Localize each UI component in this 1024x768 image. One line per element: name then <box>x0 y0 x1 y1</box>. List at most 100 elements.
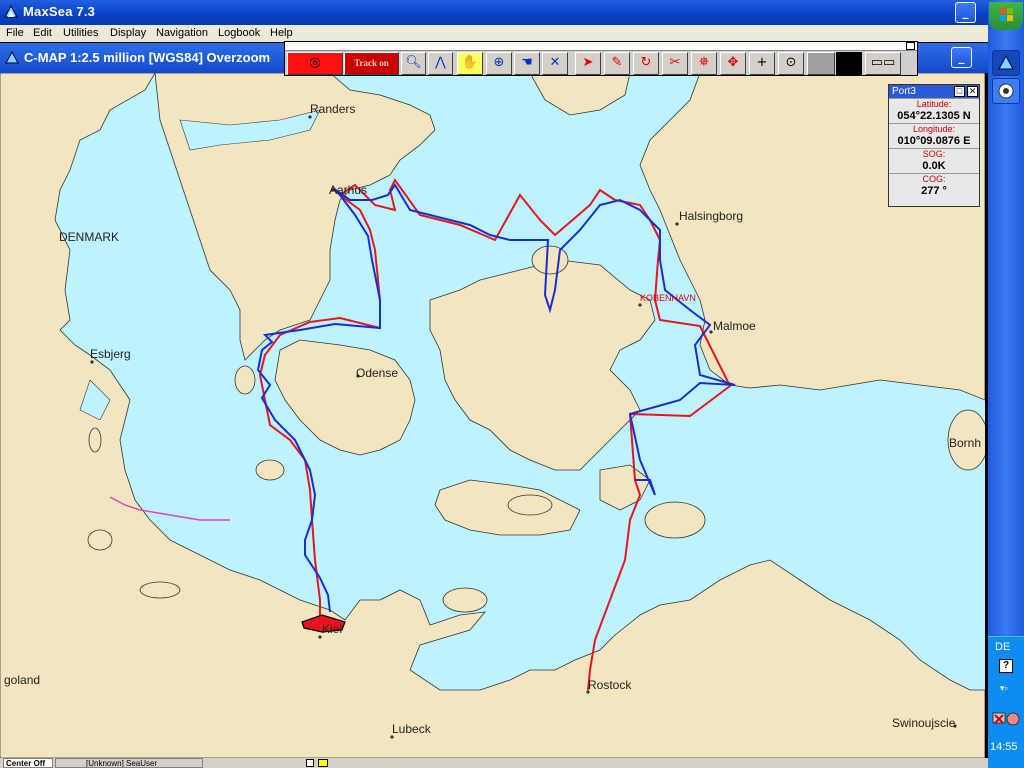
cut-button[interactable]: ✂ <box>662 52 688 75</box>
taskbar: DE ? ▾▫ 14:55 <box>988 0 1024 768</box>
status-bar: Center Off [Unknown] SeaUser <box>0 758 988 768</box>
place-label-lubeck: Lubeck <box>392 722 431 736</box>
add-button[interactable]: + <box>749 52 775 75</box>
maxsea-task-icon <box>998 54 1014 70</box>
route-icon: ✕ <box>549 55 561 70</box>
user-status: [Unknown] SeaUser <box>55 758 203 768</box>
status-indicator-2[interactable] <box>318 759 328 767</box>
menu-edit[interactable]: Edit <box>33 27 52 39</box>
menu-logbook[interactable]: Logbook <box>218 27 260 39</box>
place-label-malmoe: Malmoe <box>713 319 756 333</box>
display-mode-button[interactable]: ▭▭ <box>865 52 901 75</box>
toolbar-color-button[interactable] <box>836 52 862 75</box>
desktop: MaxSea 7.3 _ □ File Edit Utilities Displ… <box>0 0 1024 768</box>
place-label-rostock: Rostock <box>588 678 632 692</box>
route-button[interactable]: ✕ <box>542 52 568 75</box>
compass-divider-icon: ⋀ <box>435 55 446 70</box>
grab-icon: ☚ <box>521 55 533 70</box>
land-funen <box>274 339 416 456</box>
cog-value: 277 ° <box>921 185 947 197</box>
land-falster <box>599 464 651 511</box>
toolbar-blank-button[interactable] <box>807 52 835 75</box>
land-island-8 <box>644 501 706 539</box>
chart-minimize-button[interactable]: _ <box>951 47 972 68</box>
land-island-1 <box>507 494 553 516</box>
record-button[interactable]: ◎ <box>287 52 343 75</box>
chart-toolbar: ◎ Track on 🔍︎ ⋀ ✋ ⊕ ☚ ✕ ➤ ✎ ↻ ✂ ✵ ✥ + ⊙ … <box>284 41 918 76</box>
latitude-value: 054°22.1305 N <box>897 110 971 122</box>
land-island-9 <box>531 245 569 275</box>
land-upper-coast <box>529 73 631 116</box>
place-label-swinoujscie: Swinoujscie <box>892 716 956 730</box>
menu-navigation[interactable]: Navigation <box>156 27 208 39</box>
menu-file[interactable]: File <box>6 27 24 39</box>
port-panel-title: Port3 <box>892 86 916 97</box>
place-label-kobenhavn: KOBENHAVN <box>640 293 696 303</box>
divider-button[interactable]: ⋀ <box>428 52 453 75</box>
mark-button[interactable]: ✵ <box>691 52 717 75</box>
port-panel-header[interactable]: Port3 □ ✕ <box>889 85 979 98</box>
app-title: MaxSea 7.3 <box>23 4 96 19</box>
cog-label: COG: <box>889 173 979 184</box>
longitude-label: Longitude: <box>889 123 979 134</box>
toolbar-drag-strip[interactable] <box>285 42 917 51</box>
place-label-odense: Odense <box>356 366 399 380</box>
nautical-chart[interactable]: Randers Aarhus DENMARK Esbjerg Odense Ha… <box>0 73 985 758</box>
tray-expand-icon[interactable]: ▾▫ <box>1000 683 1008 694</box>
sog-value: 0.0K <box>922 160 946 172</box>
toolbar-close-button[interactable] <box>906 42 915 50</box>
maxsea-app-icon <box>4 5 18 18</box>
land-island-5 <box>139 581 181 599</box>
taskbar-item-maxsea[interactable] <box>992 50 1020 76</box>
zoom-button[interactable]: 🔍︎ <box>401 52 426 75</box>
latitude-label: Latitude: <box>889 98 979 109</box>
center-button[interactable]: ⊕ <box>486 52 512 75</box>
place-label-bornholm: Bornh <box>949 436 982 450</box>
land-island-6 <box>87 529 113 551</box>
track-on-button[interactable]: Track on <box>344 52 399 75</box>
place-label-randers: Randers <box>310 102 356 116</box>
chart-window-title: C-MAP 1:2.5 million [WGS84] Overzoom <box>24 50 271 65</box>
pointer-arrow-icon: ➤ <box>582 55 594 70</box>
menu-utilities[interactable]: Utilities <box>63 27 98 39</box>
center-crosshair-icon: ⊕ <box>493 55 505 70</box>
land-zealand <box>429 259 656 471</box>
chart-canvas <box>0 73 985 758</box>
select-button[interactable]: ➤ <box>575 52 601 75</box>
language-indicator[interactable]: DE <box>995 641 1010 653</box>
grab-button[interactable]: ☚ <box>514 52 540 75</box>
port-panel-close-button[interactable]: ✕ <box>967 86 978 97</box>
help-icon[interactable]: ? <box>999 659 1013 673</box>
sog-label: SOG: <box>889 148 979 159</box>
place-label-halsingborg: Halsingborg <box>679 209 744 223</box>
windows-logo-icon <box>1000 8 1013 21</box>
menu-help[interactable]: Help <box>270 27 293 39</box>
move-cross-icon: ✥ <box>727 55 739 70</box>
land-island-2 <box>442 587 488 613</box>
target-button[interactable]: ⊙ <box>778 52 804 75</box>
land-island-3 <box>255 459 285 481</box>
app-title-bar[interactable]: MaxSea 7.3 _ □ <box>0 0 988 25</box>
status-indicator-1[interactable] <box>306 759 314 767</box>
move-button[interactable]: ✥ <box>720 52 746 75</box>
menu-display[interactable]: Display <box>110 27 146 39</box>
monitor-icon: ▭▭ <box>870 55 896 70</box>
longitude-value: 010°09.0876 E <box>897 135 971 147</box>
taskbar-item-2[interactable] <box>992 78 1020 104</box>
scissors-icon: ✂ <box>669 55 681 70</box>
port-info-panel: Port3 □ ✕ Latitude: 054°22.1305 N Longit… <box>888 84 980 207</box>
pan-button[interactable]: ✋ <box>457 52 483 75</box>
minimize-button[interactable]: _ <box>955 2 976 23</box>
place-label-aarhus: Aarhus <box>329 183 368 197</box>
clock[interactable]: 14:55 <box>990 741 1018 753</box>
place-label-denmark: DENMARK <box>59 230 120 244</box>
port-panel-maximize-button[interactable]: □ <box>954 86 965 97</box>
place-label-helgoland: goland <box>4 673 41 687</box>
pencil-button[interactable]: ✎ <box>604 52 630 75</box>
system-tray: DE ? ▾▫ 14:55 <box>988 636 1024 768</box>
center-status[interactable]: Center Off <box>3 758 53 768</box>
start-button[interactable] <box>989 2 1023 30</box>
rotate-button[interactable]: ↻ <box>633 52 659 75</box>
network-icon[interactable] <box>991 709 1021 731</box>
rotate-icon: ↻ <box>640 55 652 70</box>
